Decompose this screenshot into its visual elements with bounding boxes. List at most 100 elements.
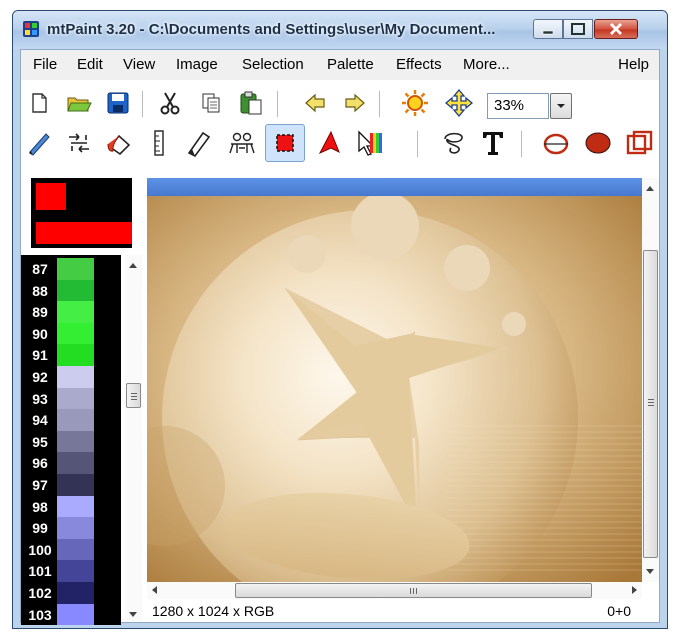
horizontal-scroll-thumb[interactable] (235, 583, 592, 598)
pan-button[interactable] (445, 89, 473, 117)
palette-color-swatch[interactable] (57, 582, 94, 604)
palette-scrollbar[interactable] (125, 255, 142, 621)
close-icon (610, 23, 622, 35)
scroll-down-icon[interactable] (129, 612, 137, 617)
scroll-left-icon[interactable] (152, 586, 157, 594)
lasso-icon (444, 132, 463, 154)
palette-color-swatch[interactable] (57, 603, 94, 625)
palette-color-swatch[interactable] (57, 409, 94, 432)
redo-button[interactable] (341, 89, 369, 117)
smudge-tool[interactable] (185, 129, 213, 157)
scroll-down-icon[interactable] (646, 569, 654, 574)
palette-color-swatch[interactable] (57, 366, 94, 388)
palette-color-swatch[interactable] (57, 452, 94, 475)
palette-color-swatch[interactable] (57, 538, 94, 561)
palette-color-swatch[interactable] (57, 301, 94, 324)
menu-effects[interactable]: Effects (396, 56, 442, 73)
palette-scroll-thumb[interactable] (126, 383, 141, 408)
palette-color-swatch[interactable] (57, 387, 94, 410)
menu-selection[interactable]: Selection (242, 56, 304, 73)
palette-color-swatch[interactable] (57, 430, 94, 453)
flood-fill-tool[interactable] (105, 129, 133, 157)
minimize-button[interactable] (533, 19, 563, 39)
minimize-icon (542, 30, 554, 35)
palette-color-swatch[interactable] (57, 474, 94, 496)
palette-color-swatch[interactable] (57, 279, 94, 302)
copy-button[interactable] (197, 89, 225, 117)
zoom-input[interactable]: 33% (487, 93, 549, 119)
palette-color-swatch[interactable] (57, 344, 94, 367)
undo-button[interactable] (301, 89, 329, 117)
palette-row[interactable]: 94 (21, 409, 121, 432)
palette-row[interactable]: 100 (21, 538, 121, 561)
palette-row[interactable]: 102 (21, 582, 121, 604)
scroll-up-icon[interactable] (129, 263, 137, 268)
palette-row[interactable]: 93 (21, 387, 121, 410)
palette-row[interactable]: 98 (21, 495, 121, 518)
palette-color-swatch[interactable] (57, 258, 94, 280)
zoom-dropdown-button[interactable] (550, 93, 572, 119)
vertical-scrollbar[interactable] (642, 178, 659, 582)
menu-view[interactable]: View (123, 56, 155, 73)
palette-row[interactable]: 91 (21, 344, 121, 367)
paint-icon (29, 133, 50, 156)
palette-row[interactable]: 95 (21, 430, 121, 453)
open-icon (67, 97, 92, 112)
scroll-up-icon[interactable] (646, 186, 654, 191)
clone-icon (229, 132, 255, 154)
palette-index: 89 (32, 304, 48, 321)
palette-row[interactable]: 90 (21, 322, 121, 345)
palette-row[interactable]: 101 (21, 560, 121, 583)
scroll-right-icon[interactable] (632, 586, 637, 594)
brightness-button[interactable] (401, 89, 429, 117)
palette-row[interactable]: 97 (21, 474, 121, 496)
palette-color-swatch[interactable] (57, 560, 94, 583)
line-tool[interactable] (145, 129, 173, 157)
palette-row[interactable]: 88 (21, 279, 121, 302)
palette-row[interactable]: 89 (21, 301, 121, 324)
rectangle-tool[interactable] (625, 129, 653, 157)
paste-button[interactable] (237, 89, 265, 117)
horizontal-scrollbar[interactable] (147, 582, 642, 599)
lasso-tool[interactable] (439, 129, 467, 157)
palette-index: 99 (32, 520, 48, 537)
cut-button[interactable] (156, 89, 184, 117)
save-button[interactable] (104, 89, 132, 117)
palette-row[interactable]: 92 (21, 366, 121, 388)
palette-row[interactable]: 99 (21, 517, 121, 540)
title-bar[interactable]: mtPaint 3.20 - C:\Documents and Settings… (13, 11, 667, 49)
ellipse-filled-tool[interactable] (583, 129, 611, 157)
open-button[interactable] (65, 89, 93, 117)
palette-index: 94 (32, 412, 48, 429)
shuffle-icon (69, 133, 89, 153)
menu-help[interactable]: Help (618, 56, 649, 73)
color-a-swatch[interactable] (36, 183, 66, 210)
menu-edit[interactable]: Edit (77, 56, 103, 73)
color-b-swatch[interactable] (36, 222, 132, 244)
color-swatches[interactable] (31, 178, 132, 248)
menu-more[interactable]: More... (463, 56, 510, 73)
palette-row[interactable]: 103 (21, 603, 121, 625)
menu-image[interactable]: Image (176, 56, 218, 73)
palette-row[interactable]: 87 (21, 258, 121, 280)
shuffle-tool[interactable] (65, 129, 93, 157)
clone-tool[interactable] (227, 129, 255, 157)
select-polygon-tool[interactable] (317, 129, 345, 157)
image-canvas[interactable] (147, 178, 642, 582)
vertical-scroll-thumb[interactable] (643, 250, 658, 558)
text-tool[interactable] (479, 129, 507, 157)
menu-file[interactable]: File (33, 56, 57, 73)
new-button[interactable] (25, 89, 53, 117)
select-rectangle-tool[interactable] (265, 124, 305, 162)
ellipse-outline-tool[interactable] (541, 129, 569, 157)
paint-tool[interactable] (25, 129, 53, 157)
palette-color-swatch[interactable] (57, 517, 94, 540)
palette-list[interactable]: 87 88 89 90 91 92 93 94 95 96 97 98 99 100 101 102 103 (21, 255, 121, 625)
palette-row[interactable]: 96 (21, 452, 121, 475)
maximize-button[interactable] (563, 19, 593, 39)
menu-palette[interactable]: Palette (327, 56, 374, 73)
close-button[interactable] (594, 19, 638, 39)
palette-color-swatch[interactable] (57, 322, 94, 345)
palette-color-swatch[interactable] (57, 495, 94, 518)
gradient-tool[interactable] (355, 129, 383, 157)
